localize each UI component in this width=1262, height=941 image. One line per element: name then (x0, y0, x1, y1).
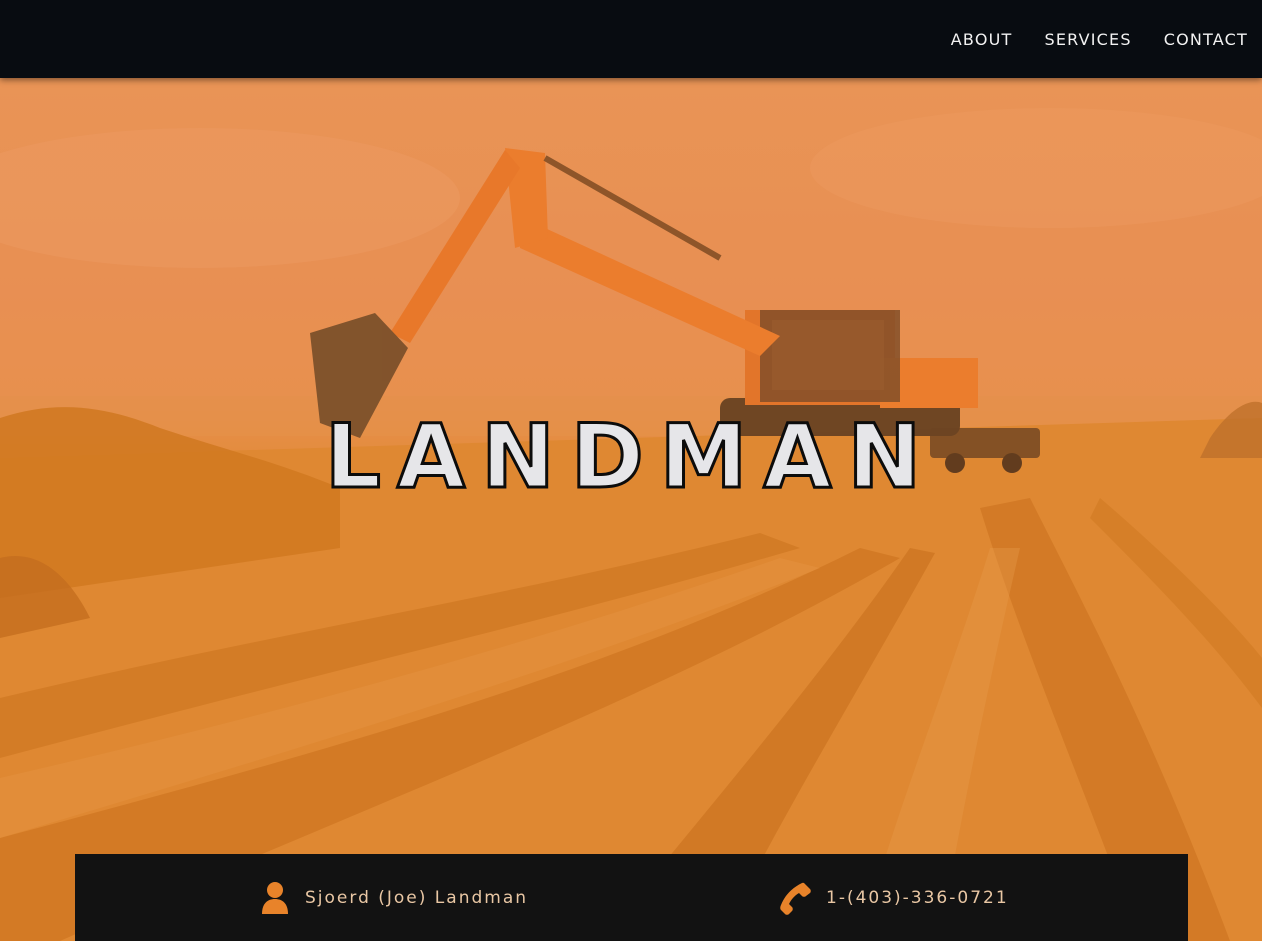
nav-link-services[interactable]: SERVICES (1045, 30, 1132, 49)
nav-link-about[interactable]: ABOUT (951, 30, 1013, 49)
contact-name: Sjoerd (Joe) Landman (305, 887, 529, 908)
top-navigation-bar: ABOUT SERVICES CONTACT (0, 0, 1262, 78)
hero-banner: LANDMAN (0, 78, 1262, 941)
main-nav: ABOUT SERVICES CONTACT (951, 0, 1248, 78)
hero-title: LANDMAN (323, 405, 938, 508)
contact-phone-item[interactable]: 1-(403)-336-0721 (780, 854, 1009, 941)
page: ABOUT SERVICES CONTACT LANDMAN Sjoerd (J… (0, 0, 1262, 941)
phone-icon (780, 881, 812, 915)
contact-bar: Sjoerd (Joe) Landman 1-(403)-336-0721 (75, 854, 1188, 941)
contact-name-item: Sjoerd (Joe) Landman (259, 854, 528, 941)
nav-link-contact[interactable]: CONTACT (1164, 30, 1248, 49)
person-icon (259, 881, 291, 915)
hero-background-image (0, 78, 1262, 941)
contact-phone[interactable]: 1-(403)-336-0721 (826, 888, 1009, 908)
